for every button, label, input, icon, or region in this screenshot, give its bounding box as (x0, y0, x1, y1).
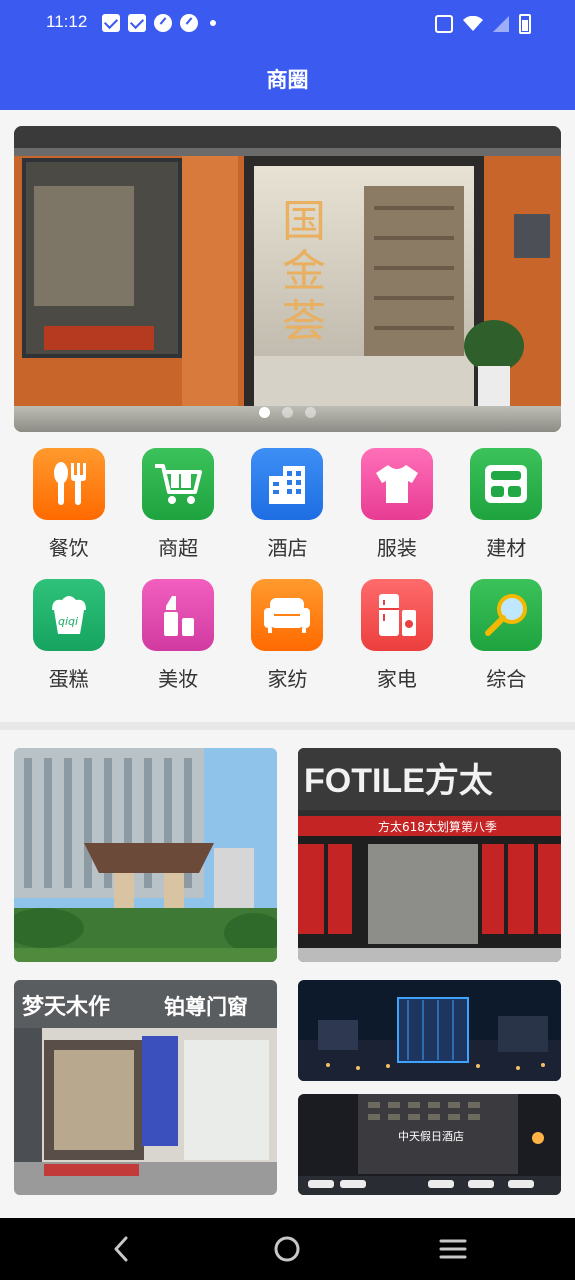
wifi-icon (463, 16, 483, 32)
menu-icon[interactable] (438, 1234, 468, 1264)
tile-zhongtian-hotel[interactable]: 中天假日酒店 (298, 1094, 561, 1195)
home-icon[interactable] (272, 1234, 302, 1264)
carousel-dot[interactable] (305, 407, 316, 418)
banner-carousel[interactable]: 国 金 荟 (14, 126, 561, 432)
banner-image: 国 金 荟 (14, 126, 561, 432)
battery-icon (519, 14, 531, 34)
mail-icon (128, 14, 146, 32)
category-label: 蛋糕 (48, 667, 89, 691)
lipstick-icon (142, 579, 215, 651)
door-brand-right: 铂尊门窗 (164, 995, 248, 1019)
zhongtian-hotel-photo: 中天假日酒店 (298, 1094, 561, 1195)
system-icons (435, 14, 531, 34)
banner-sign-char: 国 (282, 196, 326, 247)
zhongtian-sign: 中天假日酒店 (398, 1129, 464, 1143)
category-label: 酒店 (267, 536, 308, 560)
bricks-icon (470, 448, 543, 520)
carousel-dot[interactable] (282, 407, 293, 418)
category-dining[interactable]: 餐饮 (14, 448, 123, 561)
tile-fotile-store[interactable]: FOTILE方太 方太618太划算第八季 (298, 748, 561, 962)
carousel-dot[interactable] (259, 407, 270, 418)
category-label: 商超 (158, 536, 199, 560)
speedometer-icon (154, 14, 172, 32)
category-label: 家电 (376, 667, 417, 691)
category-label: 建材 (486, 536, 527, 560)
speedometer-icon (180, 14, 198, 32)
category-general[interactable]: 综合 (452, 579, 561, 692)
system-nav-bar (0, 1218, 575, 1280)
tile-door-store[interactable]: 梦天木作 铂尊门窗 (14, 980, 277, 1195)
category-cosmetics[interactable]: 美妆 (123, 579, 232, 692)
notification-icons (102, 14, 216, 32)
signal-icon (493, 16, 509, 32)
magnifier-icon (470, 579, 543, 651)
section-divider (0, 722, 575, 730)
category-label: 服装 (376, 536, 417, 560)
status-bar: 11:12 (0, 0, 575, 48)
night-hotel-photo (298, 980, 561, 1081)
category-cake[interactable]: qiqi 蛋糕 (14, 579, 123, 692)
banner-sign-char: 荟 (282, 296, 326, 347)
carousel-indicator (14, 407, 561, 418)
fotile-banner: 方太618太划算第八季 (378, 819, 497, 834)
category-supermarket[interactable]: 商超 (123, 448, 232, 561)
category-appliances[interactable]: 家电 (342, 579, 451, 692)
vibrate-icon (435, 15, 453, 33)
category-grid: 餐饮 商超 酒店 服装 建材 qiqi 蛋糕 美妆 家纺 家电 综合 (14, 448, 561, 692)
more-dot-icon (210, 20, 216, 26)
door-store-photo: 梦天木作 铂尊门窗 (14, 980, 277, 1195)
page-title: 商圈 (266, 68, 309, 92)
category-hotel[interactable]: 酒店 (233, 448, 342, 561)
cutlery-icon (32, 448, 105, 520)
fotile-sign: FOTILE方太 (304, 762, 493, 800)
tshirt-icon (360, 448, 433, 520)
banner-sign-char: 金 (282, 246, 326, 297)
category-clothing[interactable]: 服装 (342, 448, 451, 561)
building-icon (251, 448, 324, 520)
category-building-materials[interactable]: 建材 (452, 448, 561, 561)
cake-icon: qiqi (32, 579, 105, 651)
category-label: 餐饮 (48, 536, 89, 560)
svg-text:qiqi: qiqi (58, 615, 78, 628)
category-label: 家纺 (267, 667, 308, 691)
back-icon[interactable] (106, 1234, 136, 1264)
fotile-store-photo: FOTILE方太 方太618太划算第八季 (298, 748, 561, 962)
app-header: 商圈 (0, 48, 575, 110)
category-home-textile[interactable]: 家纺 (233, 579, 342, 692)
status-time: 11:12 (46, 12, 88, 31)
door-brand-left: 梦天木作 (22, 994, 110, 1020)
sofa-icon (251, 579, 324, 651)
category-label: 综合 (486, 667, 527, 691)
fridge-icon (360, 579, 433, 651)
hotel-photo (14, 748, 277, 962)
shopping-cart-icon (142, 448, 215, 520)
tile-hotel-photo[interactable] (14, 748, 277, 962)
category-label: 美妆 (158, 667, 199, 691)
mail-icon (102, 14, 120, 32)
tile-night-hotel[interactable] (298, 980, 561, 1081)
